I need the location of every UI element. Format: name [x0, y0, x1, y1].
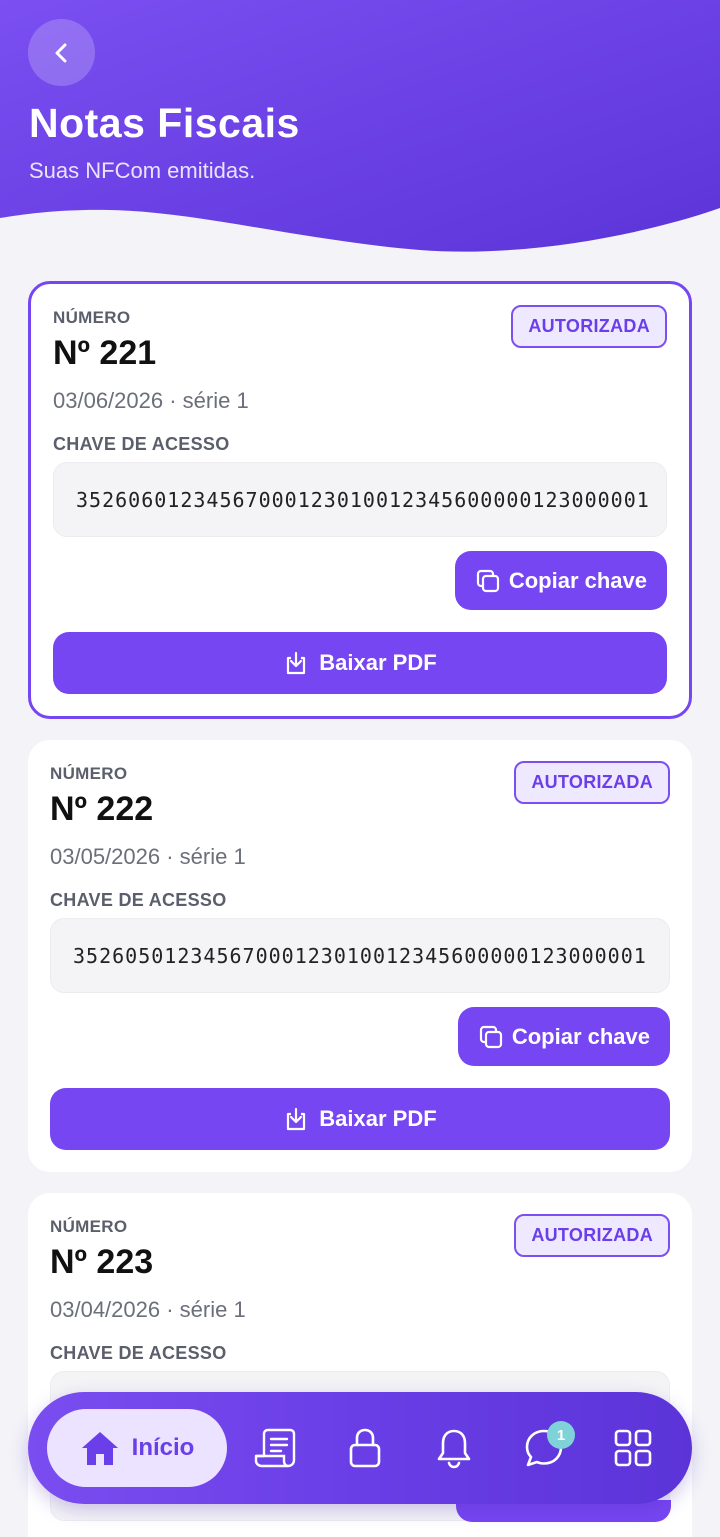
- download-pdf-label: Baixar PDF: [319, 650, 437, 675]
- home-icon: [81, 1432, 118, 1465]
- chevron-left-icon: [55, 43, 66, 62]
- nav-item-invoices[interactable]: [253, 1426, 297, 1470]
- access-key-value: 3526060123456700012301001234560000012300…: [76, 487, 650, 512]
- nav-item-notifications[interactable]: [432, 1426, 476, 1470]
- bell-icon: [437, 1429, 471, 1469]
- copy-icon: [479, 1025, 502, 1048]
- access-key-label: CHAVE DE ACESSO: [50, 890, 227, 910]
- chat-notification-badge: 1: [547, 1421, 575, 1449]
- status-badge: AUTORIZADA: [514, 1214, 670, 1257]
- download-pdf-button[interactable]: Baixar PDF: [53, 632, 667, 694]
- invoice-date-series: 03/06/2026 · série 1: [53, 388, 249, 413]
- download-pdf-label: Baixar PDF: [319, 1106, 437, 1131]
- bottom-navigation: Início 1: [28, 1392, 692, 1504]
- copy-icon: [476, 569, 499, 592]
- nav-item-lock[interactable]: [343, 1426, 387, 1470]
- lock-icon: [349, 1428, 381, 1468]
- number-label: NÚMERO: [50, 1217, 128, 1236]
- page-subtitle: Suas NFCom emitidas.: [29, 158, 256, 183]
- invoice-date-series: 03/05/2026 · série 1: [50, 844, 246, 869]
- invoice-number: Nº 221: [53, 334, 157, 372]
- status-badge: AUTORIZADA: [514, 761, 670, 804]
- invoice-date-series: 03/04/2026 · série 1: [50, 1297, 246, 1322]
- number-label: NÚMERO: [50, 764, 128, 783]
- access-key-value: 3526050123456700012301001234560000012300…: [73, 943, 647, 968]
- access-key-field[interactable]: 3526060123456700012301001234560000012300…: [53, 462, 667, 537]
- download-icon: [287, 651, 306, 675]
- header: Notas Fiscais Suas NFCom emitidas.: [0, 0, 720, 260]
- receipt-icon: [254, 1428, 296, 1468]
- invoice-number: Nº 223: [50, 1243, 154, 1281]
- page-title: Notas Fiscais: [29, 100, 300, 146]
- download-pdf-button[interactable]: Baixar PDF: [50, 1088, 670, 1150]
- copy-key-label: Copiar chave: [511, 1023, 650, 1049]
- download-icon: [287, 1107, 306, 1131]
- access-key-label: CHAVE DE ACESSO: [53, 434, 230, 454]
- access-key-field[interactable]: 3526050123456700012301001234560000012300…: [50, 918, 670, 993]
- nav-home-label: Início: [131, 1434, 195, 1461]
- copy-key-button[interactable]: Copiar chave: [457, 1007, 670, 1066]
- copy-key-button[interactable]: Copiar chave: [454, 551, 667, 610]
- copy-key-label: Copiar chave: [508, 567, 647, 593]
- invoice-number: Nº 222: [50, 790, 154, 828]
- grid-icon: [614, 1429, 652, 1467]
- status-badge: AUTORIZADA: [511, 305, 667, 348]
- nav-item-menu[interactable]: [611, 1426, 655, 1470]
- access-key-label: CHAVE DE ACESSO: [50, 1343, 227, 1363]
- nav-item-home[interactable]: Início: [47, 1409, 227, 1487]
- back-button[interactable]: [28, 19, 95, 86]
- invoice-card[interactable]: NÚMERO Nº 222 AUTORIZADA 03/05/2026 · sé…: [28, 740, 692, 1172]
- invoice-card[interactable]: NÚMERO Nº 221 AUTORIZADA 03/06/2026 · sé…: [28, 281, 692, 719]
- number-label: NÚMERO: [53, 308, 131, 327]
